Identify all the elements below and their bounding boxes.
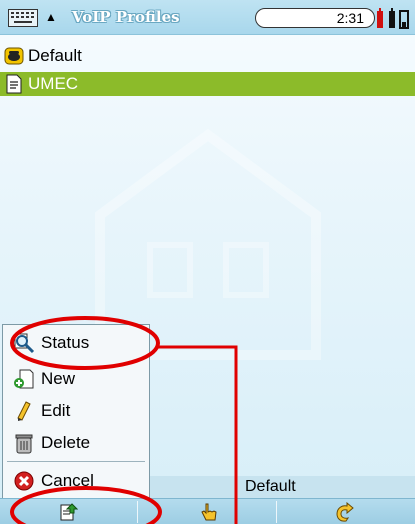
menu-item-status[interactable]: Status bbox=[3, 327, 149, 359]
bottom-toolbar bbox=[0, 498, 415, 524]
menu-item-label: Edit bbox=[41, 401, 71, 420]
new-document-icon bbox=[14, 369, 34, 389]
cancel-icon bbox=[14, 471, 34, 491]
pencil-icon bbox=[17, 401, 31, 421]
menu-separator bbox=[7, 461, 145, 462]
menu-item-label: Delete bbox=[41, 433, 91, 452]
context-menu: Status New Edit Delete Cancel bbox=[2, 324, 150, 500]
window-title: VoIP Profiles bbox=[72, 8, 180, 26]
device-screen: ▲ VoIP Profiles 2:31 Default UMEC Defaul… bbox=[0, 0, 415, 524]
keyboard-icon[interactable] bbox=[8, 9, 38, 27]
toolbar-menu-button[interactable] bbox=[0, 499, 135, 524]
menu-up-arrow-icon[interactable]: ▲ bbox=[45, 10, 57, 24]
menu-item-cancel[interactable]: Cancel bbox=[3, 465, 149, 497]
status-profile-label: Default bbox=[245, 478, 296, 495]
document-icon bbox=[6, 74, 22, 94]
magnifier-icon bbox=[14, 333, 35, 354]
menu-item-edit[interactable]: Edit bbox=[3, 395, 149, 427]
list-item-umec[interactable]: UMEC bbox=[0, 72, 415, 96]
title-bar: ▲ VoIP Profiles 2:31 bbox=[0, 0, 415, 35]
menu-item-new[interactable]: New bbox=[3, 363, 149, 395]
menu-document-icon bbox=[60, 503, 78, 521]
battery-signal-icon[interactable] bbox=[375, 6, 411, 30]
menu-item-label: Status bbox=[41, 333, 90, 352]
trash-icon bbox=[15, 434, 33, 454]
toolbar-divider bbox=[276, 501, 277, 523]
menu-item-label: New bbox=[41, 369, 76, 388]
phone-icon bbox=[4, 47, 24, 65]
list-item-default[interactable]: Default bbox=[0, 44, 415, 68]
toolbar-action-button[interactable] bbox=[138, 499, 273, 524]
list-item-label: Default bbox=[28, 46, 82, 65]
toolbar-back-button[interactable] bbox=[278, 499, 413, 524]
list-item-label: UMEC bbox=[28, 74, 79, 93]
back-arrow-icon bbox=[336, 502, 354, 522]
clock-time: 2:31 bbox=[336, 10, 364, 26]
clock-field[interactable]: 2:31 bbox=[255, 8, 375, 28]
menu-item-delete[interactable]: Delete bbox=[3, 427, 149, 459]
menu-item-label: Cancel bbox=[41, 471, 94, 490]
hand-pointer-icon bbox=[201, 503, 217, 521]
